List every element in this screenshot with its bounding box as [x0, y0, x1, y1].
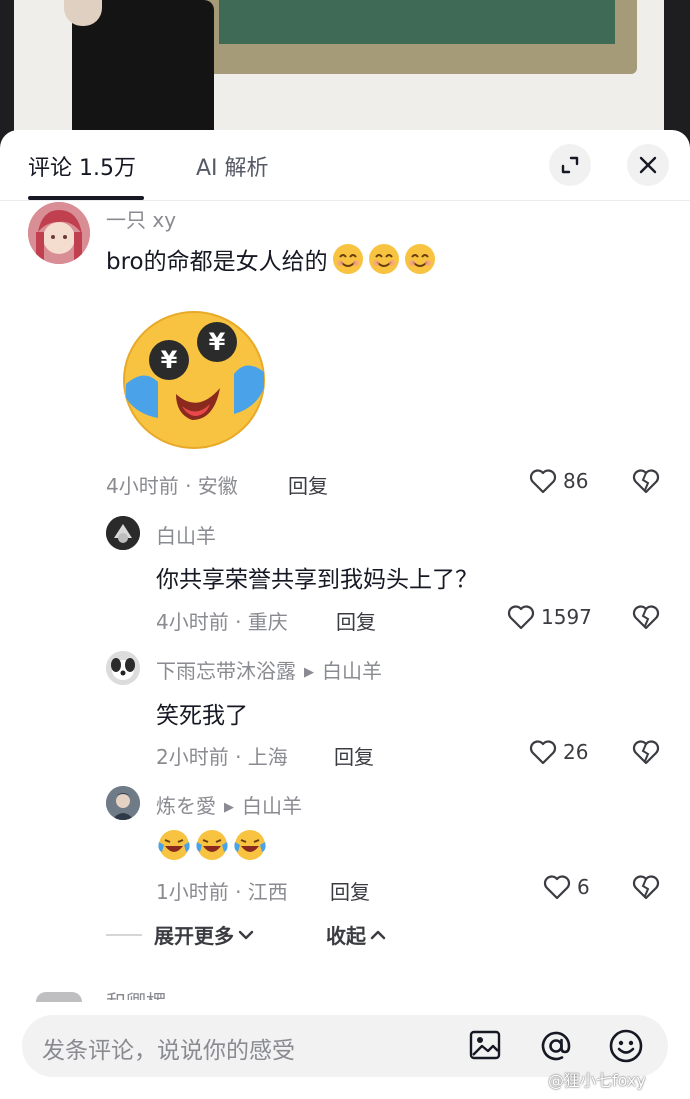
collapse-label: 收起: [326, 924, 366, 948]
dislike-button[interactable]: [632, 604, 660, 634]
like-button[interactable]: 1597: [507, 604, 592, 630]
like-count: 26: [563, 740, 589, 764]
dislike-button[interactable]: [632, 468, 660, 498]
avatar[interactable]: [28, 202, 90, 264]
reply-to-arrow-icon: ▶: [304, 665, 314, 680]
chevron-up-icon: [370, 930, 386, 939]
broken-heart-icon: [632, 605, 660, 630]
collapse-button[interactable]: 收起: [326, 920, 386, 949]
expand-icon: [561, 156, 579, 174]
comment-time-location: 4小时前 · 安徽: [106, 474, 238, 498]
reply-text: 笑死我了: [156, 703, 248, 729]
header-divider: [0, 200, 690, 201]
like-count: 6: [577, 875, 590, 899]
reply-author[interactable]: 下雨忘带沐浴露: [156, 659, 296, 683]
comment-username[interactable]: 和卿椤: [106, 992, 186, 1000]
like-button[interactable]: 6: [543, 874, 590, 900]
like-button[interactable]: 26: [529, 739, 588, 765]
mention-button[interactable]: [538, 1028, 574, 1068]
reply-button[interactable]: 回复: [334, 741, 374, 770]
video-edge-left: [0, 0, 14, 150]
reply-to-arrow-icon: ▶: [224, 800, 234, 815]
reply-button[interactable]: 回复: [330, 876, 370, 905]
smile-emoji-icon: [404, 243, 436, 281]
comment-text: bro的命都是女人给的: [106, 242, 436, 281]
like-count: 1597: [541, 605, 592, 629]
broken-heart-icon: [632, 469, 660, 494]
avatar[interactable]: [36, 992, 82, 1002]
tab-comments[interactable]: 评论 1.5万: [28, 150, 136, 182]
video-background: [0, 0, 690, 150]
reply-text: 你共享荣誉共享到我妈头上了？: [156, 567, 478, 593]
comment-text-content: bro的命都是女人给的: [106, 249, 328, 275]
smile-emoji-icon: [332, 243, 364, 281]
image-button[interactable]: [468, 1028, 502, 1066]
reply-username: 下雨忘带沐浴露 ▶ 白山羊: [156, 655, 382, 684]
smiley-face-icon: [609, 1029, 643, 1063]
comment-username[interactable]: 一只 xy: [106, 204, 176, 233]
broken-heart-icon: [632, 740, 660, 765]
reply-time-location: 1小时前 · 江西: [156, 880, 288, 904]
svg-text:¥: ¥: [209, 328, 226, 356]
smile-emoji-icon: [368, 243, 400, 281]
heart-outline-icon: [529, 469, 557, 494]
video-edge-right: [664, 0, 690, 150]
divider-line: [106, 933, 142, 936]
expand-replies-row: 展开更多: [106, 920, 254, 949]
laugh-cry-emoji-icon: [234, 830, 266, 860]
comments-header: 评论 1.5万 AI 解析: [0, 130, 690, 202]
watermark: @狸小七foxy: [548, 1071, 646, 1090]
like-count: 86: [563, 469, 589, 493]
comment-input-placeholder[interactable]: 发条评论，说说你的感受: [42, 1031, 295, 1065]
laugh-cry-emoji-icon: [158, 830, 190, 860]
comments-sheet: 评论 1.5万 AI 解析 一只 xy bro的命都是女人给的 ¥ ¥ 4小时前…: [0, 130, 690, 1099]
image-icon: [469, 1030, 501, 1060]
broken-heart-icon: [632, 875, 660, 900]
reply-to-user[interactable]: 白山羊: [322, 659, 382, 683]
reply-time-location: 2小时前 · 上海: [156, 745, 288, 769]
tab-ai-analysis[interactable]: AI 解析: [196, 150, 269, 182]
avatar[interactable]: [106, 786, 140, 820]
at-mention-icon: [541, 1031, 571, 1061]
heart-outline-icon: [507, 605, 535, 630]
dislike-button[interactable]: [632, 874, 660, 904]
close-button[interactable]: [627, 144, 669, 186]
laugh-cry-emoji-icon: [196, 830, 228, 860]
chalkboard: [205, 0, 637, 74]
expand-more-label: 展开更多: [154, 924, 234, 948]
reply-author[interactable]: 炼を愛: [156, 794, 216, 818]
heart-outline-icon: [529, 740, 557, 765]
reply-button[interactable]: 回复: [288, 470, 328, 499]
crying-money-eyes-sticker-icon[interactable]: ¥ ¥: [106, 298, 276, 458]
heart-outline-icon: [543, 875, 571, 900]
emoji-button[interactable]: [608, 1028, 644, 1068]
reply-username: 炼を愛 ▶ 白山羊: [156, 790, 302, 819]
chevron-down-icon: [238, 930, 254, 939]
avatar[interactable]: [106, 516, 140, 550]
reply-button[interactable]: 回复: [336, 606, 376, 635]
close-icon: [639, 156, 657, 174]
avatar[interactable]: [106, 651, 140, 685]
like-button[interactable]: 86: [529, 468, 588, 494]
svg-text:¥: ¥: [161, 346, 178, 374]
reply-emoji-row: [156, 828, 268, 862]
expand-button[interactable]: [549, 144, 591, 186]
dislike-button[interactable]: [632, 739, 660, 769]
reply-time-location: 4小时前 · 重庆: [156, 610, 288, 634]
reply-username[interactable]: 白山羊: [156, 520, 216, 549]
expand-more-button[interactable]: 展开更多: [154, 920, 254, 949]
reply-to-user[interactable]: 白山羊: [242, 794, 302, 818]
